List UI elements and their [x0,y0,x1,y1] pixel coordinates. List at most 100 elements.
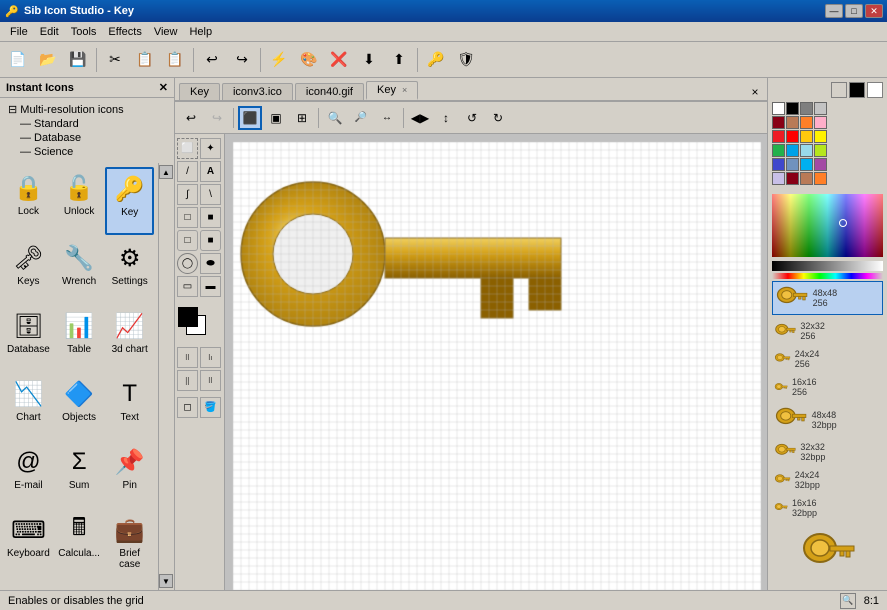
zoom-out-btn[interactable]: 🔎 [349,106,373,130]
panel-scrollbar[interactable]: ▲ ▼ [158,163,174,590]
color-swatch[interactable] [786,172,799,185]
round-rect-outline-tool[interactable]: □ [177,230,198,251]
tab-close-3[interactable]: × [402,85,407,95]
color-swatch[interactable] [814,130,827,143]
color-swatch[interactable] [800,158,813,171]
zoom-fit-btn[interactable]: ↔ [375,106,399,130]
color-swatch[interactable] [800,144,813,157]
icon-item-settings[interactable]: ⚙Settings [105,237,154,303]
toolbar-btn-15[interactable]: ⬆ [385,46,413,74]
dot-grid-3-tool[interactable]: ⣿ [177,370,198,391]
line-tool[interactable]: \ [200,184,221,205]
color-swatch[interactable] [786,102,799,115]
icon-item-pin[interactable]: 📌Pin [105,441,154,507]
color-swatch[interactable] [772,144,785,157]
icon-item-sum[interactable]: ΣSum [55,441,104,507]
color-swatch[interactable] [800,102,813,115]
icon-item-chart[interactable]: 📉Chart [4,373,53,439]
ellipse-outline-tool[interactable]: ◯ [177,253,198,274]
color-picker[interactable] [772,194,883,257]
toolbar-btn-18[interactable]: 🛡 [452,46,480,74]
rect-outline-tool[interactable]: □ [177,207,198,228]
icon-item-objects[interactable]: 🔷Objects [55,373,104,439]
toolbar-btn-12[interactable]: 🎨 [295,46,323,74]
rotate-left-btn[interactable]: ↺ [460,106,484,130]
dot-grid-2-tool[interactable]: ⠷ [200,347,221,368]
color-swatch[interactable] [814,102,827,115]
redo-button[interactable]: ↪ [205,106,229,130]
hue-bar[interactable] [772,273,883,279]
rotate-right-btn[interactable]: ↻ [486,106,510,130]
toolbar-btn-8[interactable]: ↩ [198,46,226,74]
color-swatch[interactable] [814,172,827,185]
color-swatch[interactable] [786,144,799,157]
zoom-indicator[interactable]: 🔍 [840,593,856,609]
icon-item-table[interactable]: 📊Table [55,305,104,371]
toolbar-btn-4[interactable]: ✂ [101,46,129,74]
undo-button[interactable]: ↩ [179,106,203,130]
rect-fill-tool[interactable]: ■ [200,207,221,228]
icon-item-database[interactable]: 🗄Database [4,305,53,371]
lasso-tool[interactable]: ✦ [200,138,221,159]
grayscale-bar[interactable] [772,261,883,270]
tabbar-close[interactable]: × [747,84,763,100]
ellipse-fill-tool[interactable]: ⬬ [200,253,221,274]
minimize-button[interactable]: — [825,4,843,18]
menu-tools[interactable]: Tools [65,24,103,40]
instant-icons-close[interactable]: ✕ [159,81,168,94]
color-swatch[interactable] [814,116,827,129]
icon-item-keyboard[interactable]: ⌨Keyboard [4,509,53,586]
tree-database[interactable]: — Database [4,131,170,145]
round-rect-fill-tool[interactable]: ■ [200,230,221,251]
color-swatch[interactable] [800,172,813,185]
icon-item-calcula...[interactable]: 🖩Calcula... [55,509,104,586]
tab-3[interactable]: Key× [366,81,418,100]
menu-help[interactable]: Help [183,24,218,40]
tree-science[interactable]: — Science [4,145,170,159]
toolbar-btn-5[interactable]: 📋 [131,46,159,74]
preview-item-0[interactable]: 48x48 256 [772,281,883,316]
color-swatch[interactable] [786,158,799,171]
rect-fill-2-tool[interactable]: ▬ [200,276,221,297]
text-tool[interactable]: A [200,161,221,182]
preview-item-5[interactable]: 32x32 32bpp [772,440,883,464]
marquee-tool[interactable]: ⬜ [177,138,198,159]
color-swatch[interactable] [800,116,813,129]
color-swatch[interactable] [786,116,799,129]
color-swatch[interactable] [814,144,827,157]
menu-edit[interactable]: Edit [34,24,65,40]
color-swatch[interactable] [772,172,785,185]
bg-indicator[interactable] [867,82,883,98]
icon-item-keys[interactable]: 🗝Keys [4,237,53,303]
color-swatch[interactable] [814,158,827,171]
color-swatch[interactable] [772,158,785,171]
eraser-tool[interactable]: ◻ [177,397,198,418]
bucket-tool[interactable]: 🪣 [200,397,221,418]
main-canvas[interactable] [225,134,767,590]
toolbar-btn-2[interactable]: 💾 [64,46,92,74]
solid-rect-btn[interactable]: ⬛ [238,106,262,130]
preview-item-6[interactable]: 24x24 32bpp [772,468,883,492]
menu-view[interactable]: View [148,24,184,40]
preview-item-4[interactable]: 48x48 32bpp [772,403,883,436]
icon-item-3d-chart[interactable]: 📈3d chart [105,305,154,371]
fg-indicator[interactable] [849,82,865,98]
curve-tool[interactable]: ∫ [177,184,198,205]
toolbar-btn-0[interactable]: 📄 [4,46,32,74]
menu-effects[interactable]: Effects [102,24,147,40]
flip-h-btn[interactable]: ◀▶ [408,106,432,130]
rect-btn[interactable]: ▣ [264,106,288,130]
color-selector-1[interactable] [831,82,847,98]
dot-grid-tool[interactable]: ⠿ [177,347,198,368]
icon-item-unlock[interactable]: 🔓Unlock [55,167,104,235]
tab-1[interactable]: iconv3.ico [222,83,293,100]
flip-v-btn[interactable]: ↕ [434,106,458,130]
color-swatch[interactable] [772,116,785,129]
preview-item-2[interactable]: 24x24 256 [772,347,883,371]
color-swatch[interactable] [772,102,785,115]
icon-item-lock[interactable]: 🔒Lock [4,167,53,235]
preview-item-3[interactable]: 16x16 256 [772,375,883,399]
icon-item-brief-case[interactable]: 💼Brief case [105,509,154,586]
icon-item-text[interactable]: TText [105,373,154,439]
grid-btn[interactable]: ⊞ [290,106,314,130]
